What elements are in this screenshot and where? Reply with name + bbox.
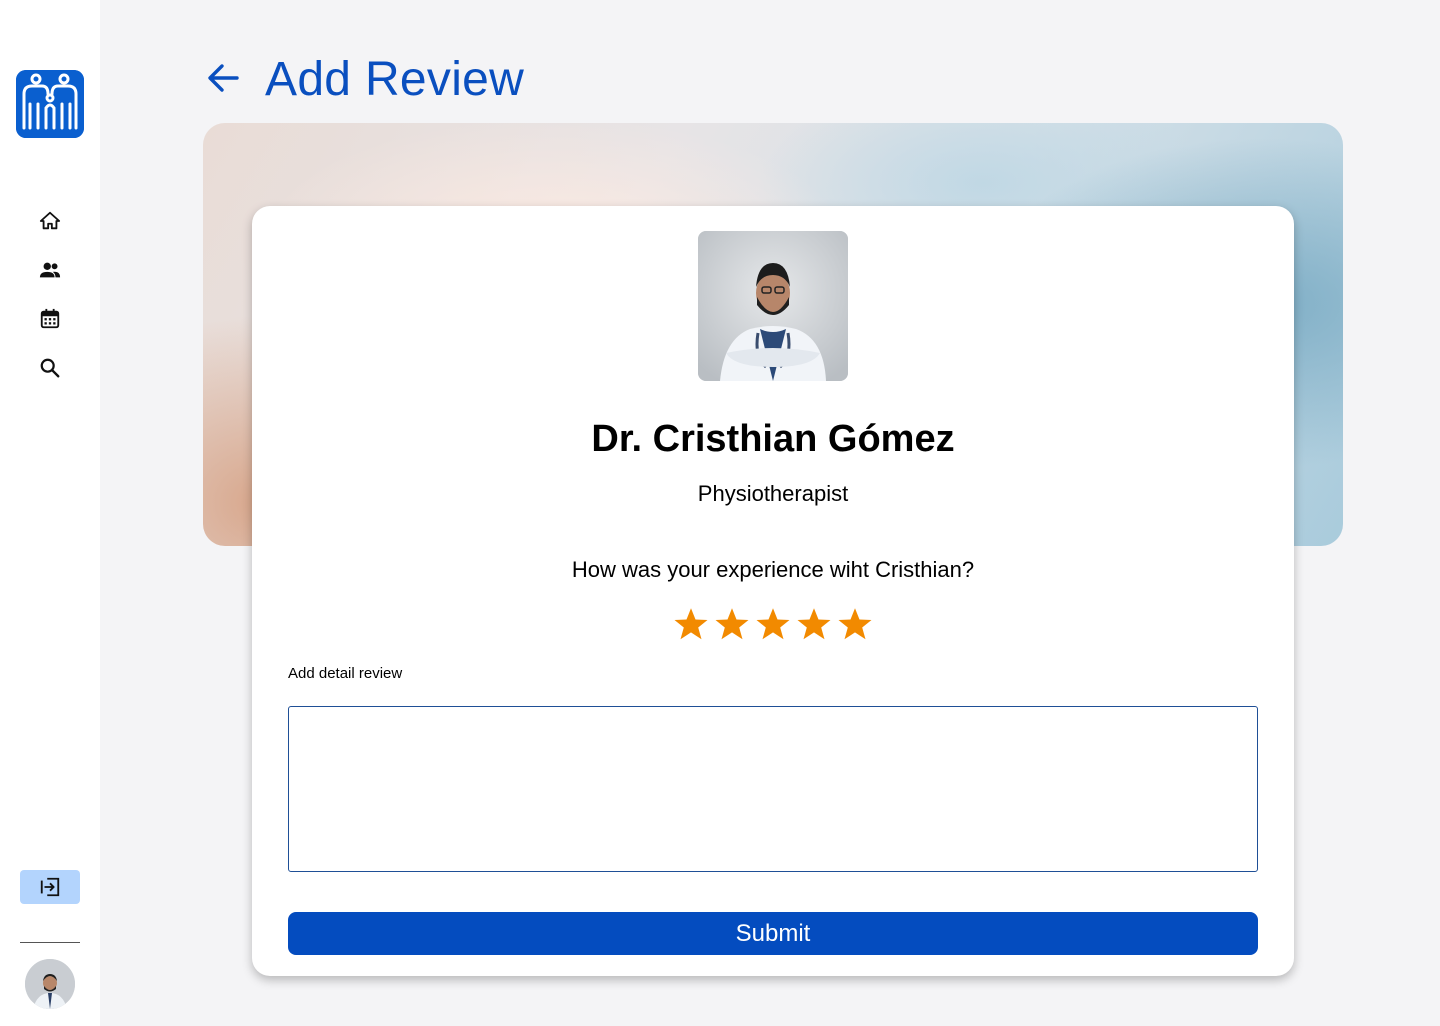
doctor-name: Dr. Cristhian Gómez bbox=[591, 418, 955, 460]
arrow-left-icon bbox=[208, 64, 239, 92]
doctor-specialty: Physiotherapist bbox=[697, 481, 849, 506]
calendar-icon bbox=[40, 308, 60, 329]
sidebar-item-calendar[interactable] bbox=[38, 307, 62, 331]
doctor-photo bbox=[698, 231, 848, 381]
star-3-icon[interactable] bbox=[755, 606, 791, 642]
logout-icon bbox=[40, 877, 60, 897]
app-logo[interactable] bbox=[16, 70, 84, 138]
sidebar-item-search[interactable] bbox=[38, 356, 62, 380]
sidebar-divider bbox=[20, 942, 80, 943]
back-button[interactable] bbox=[205, 60, 243, 96]
star-5-icon[interactable] bbox=[837, 606, 873, 642]
detail-review-textarea[interactable] bbox=[288, 706, 1258, 872]
search-icon bbox=[40, 358, 60, 378]
sidebar-item-people[interactable] bbox=[38, 258, 62, 282]
star-1-icon[interactable] bbox=[673, 606, 709, 642]
logout-button[interactable] bbox=[20, 870, 80, 904]
rating-question: How was your experience wiht Cristhian? bbox=[571, 557, 975, 582]
star-4-icon[interactable] bbox=[796, 606, 832, 642]
submit-button[interactable]: Submit bbox=[288, 912, 1258, 955]
star-2-icon[interactable] bbox=[714, 606, 750, 642]
page-title: Add Review bbox=[265, 53, 525, 106]
review-card: Dr. Cristhian Gómez Physiotherapist How … bbox=[252, 206, 1294, 976]
sidebar bbox=[0, 0, 100, 1026]
home-icon bbox=[39, 211, 61, 230]
sidebar-item-home[interactable] bbox=[38, 209, 62, 233]
star-rating[interactable] bbox=[673, 606, 873, 646]
people-icon bbox=[39, 262, 61, 278]
user-avatar[interactable] bbox=[25, 959, 75, 1009]
detail-review-label: Add detail review bbox=[288, 665, 403, 682]
